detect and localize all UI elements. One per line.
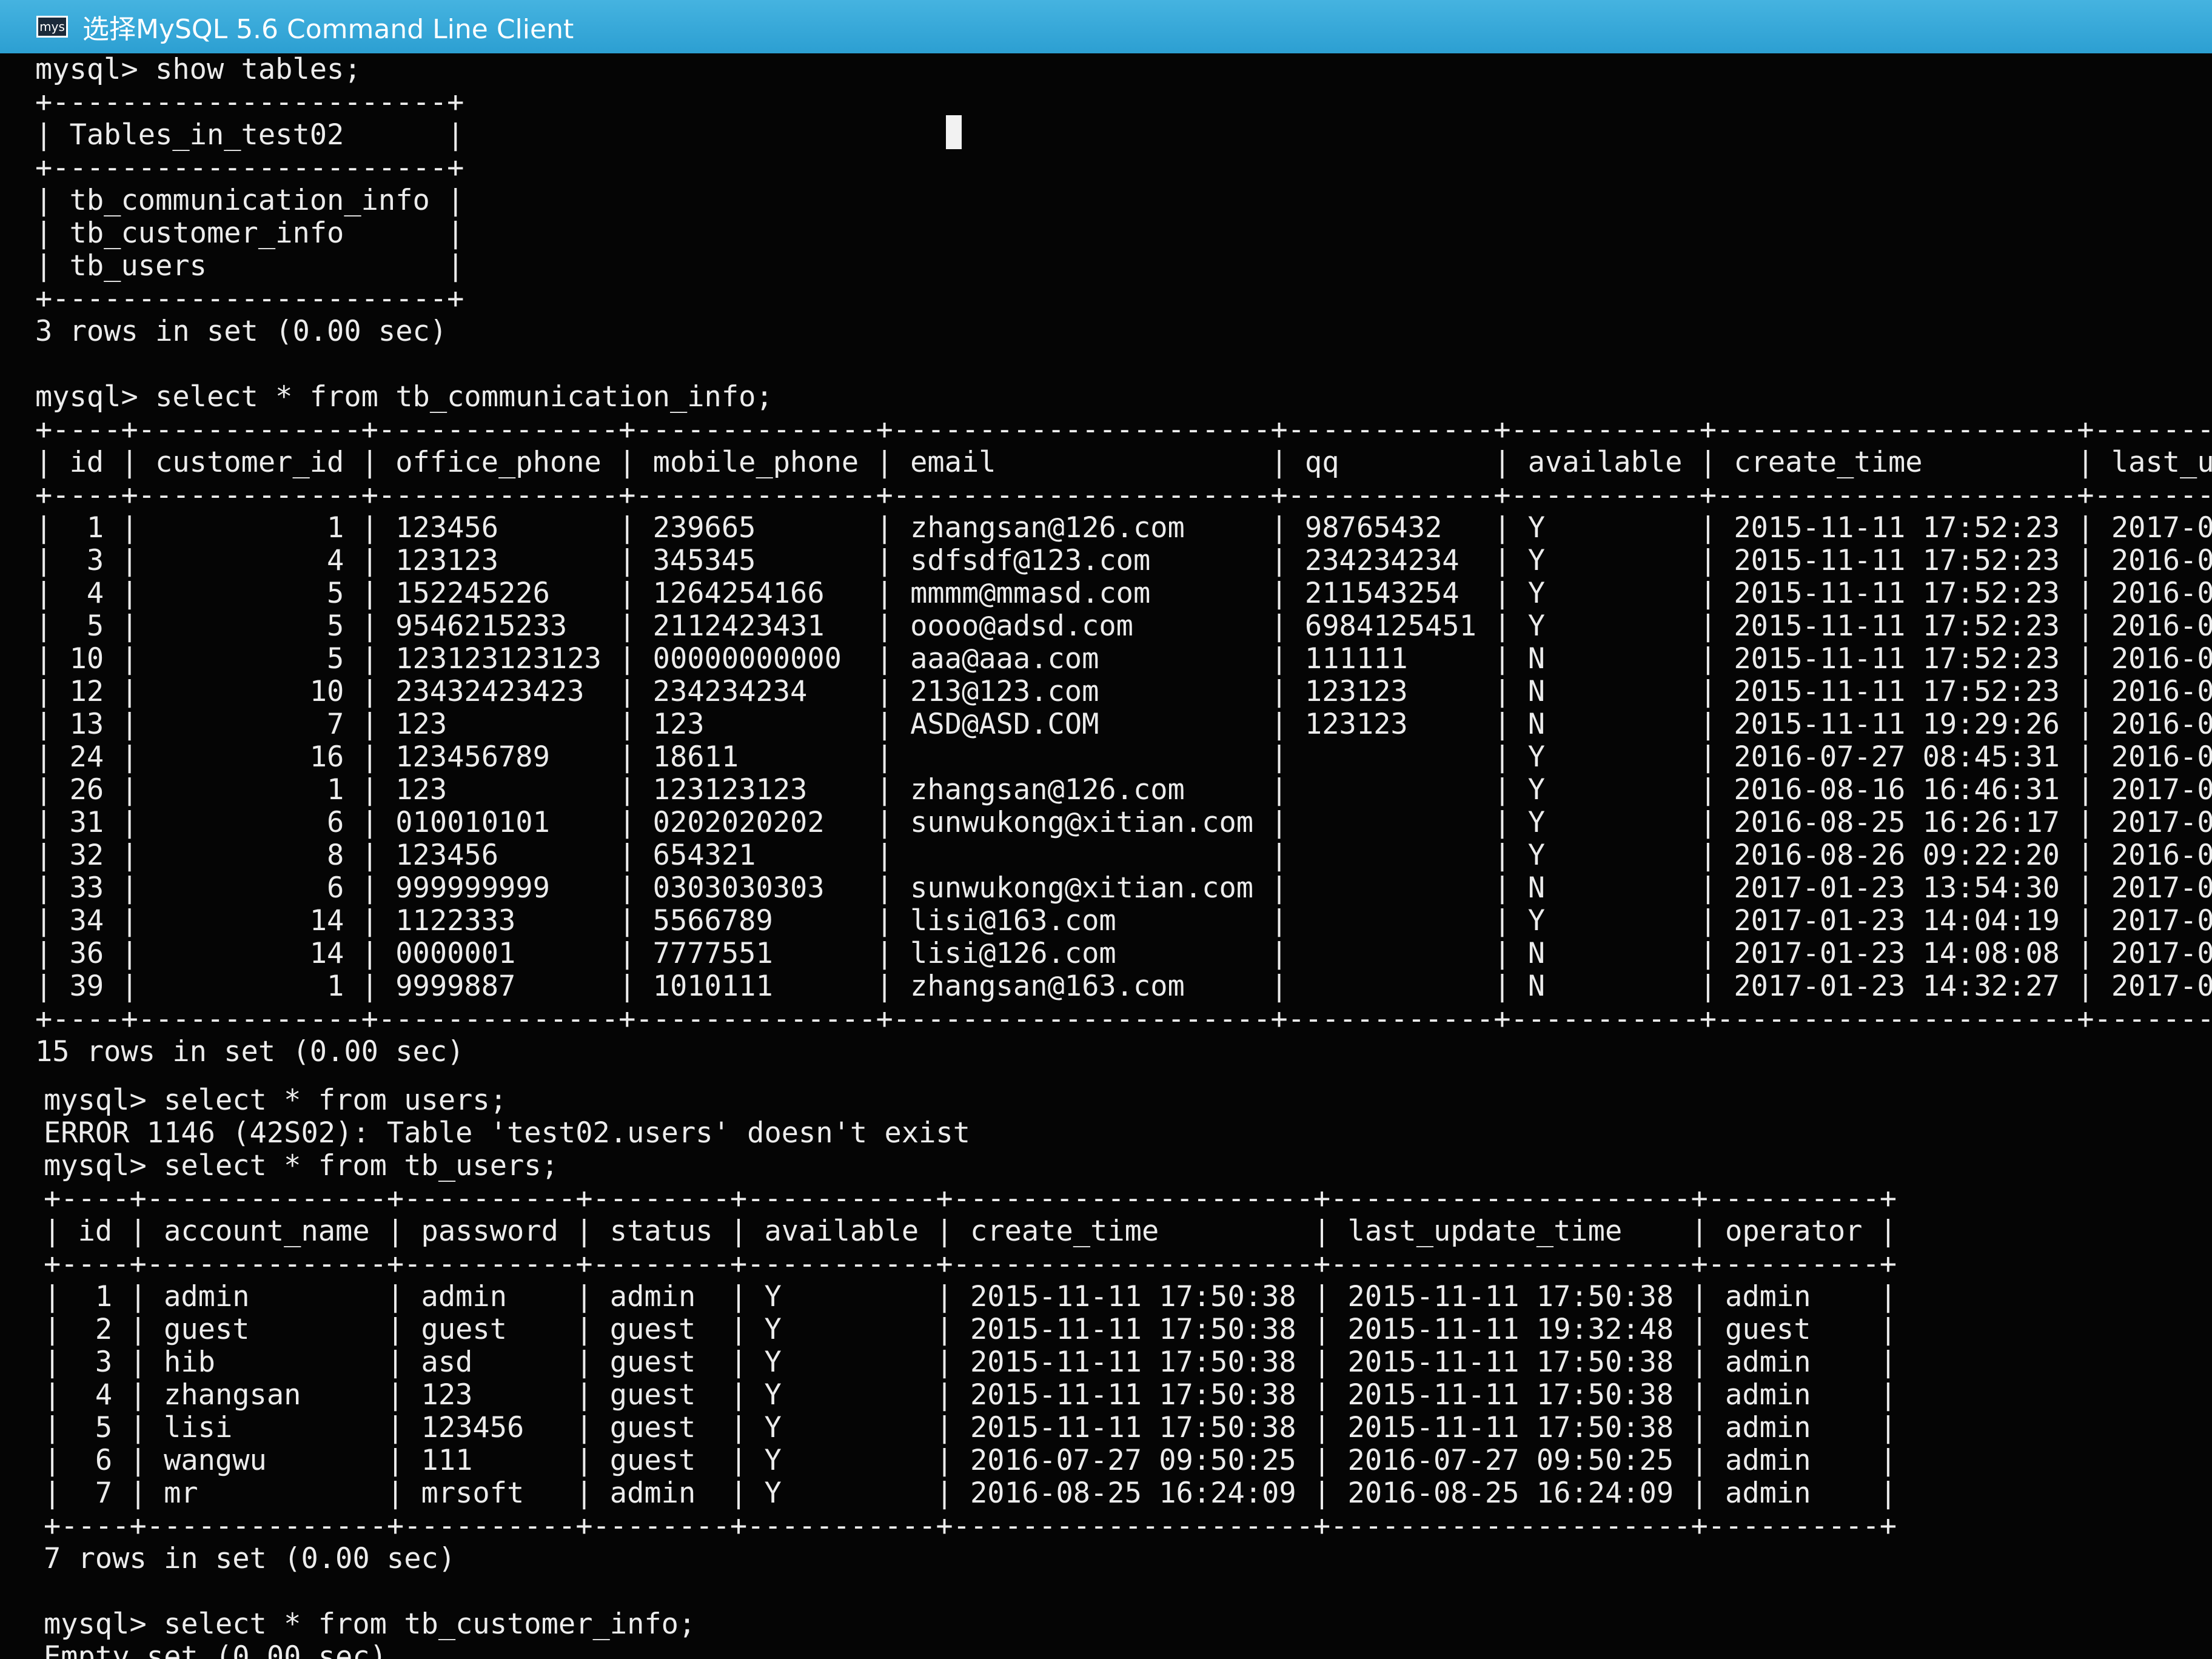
window-title: 选择MySQL 5.6 Command Line Client — [82, 14, 574, 45]
show-tables-output: mysql> show tables; +-------------------… — [35, 53, 464, 348]
text-cursor — [946, 115, 962, 149]
console-output[interactable]: mysql> show tables; +-------------------… — [0, 53, 2212, 1659]
title-bar[interactable]: mys 选择MySQL 5.6 Command Line Client — [0, 0, 2212, 53]
communication-info-output: mysql> select * from tb_communication_in… — [35, 380, 2212, 1068]
mysql-console-icon[interactable]: mys — [36, 16, 68, 38]
users-output: mysql> select * from users; ERROR 1146 (… — [44, 1084, 1897, 1659]
